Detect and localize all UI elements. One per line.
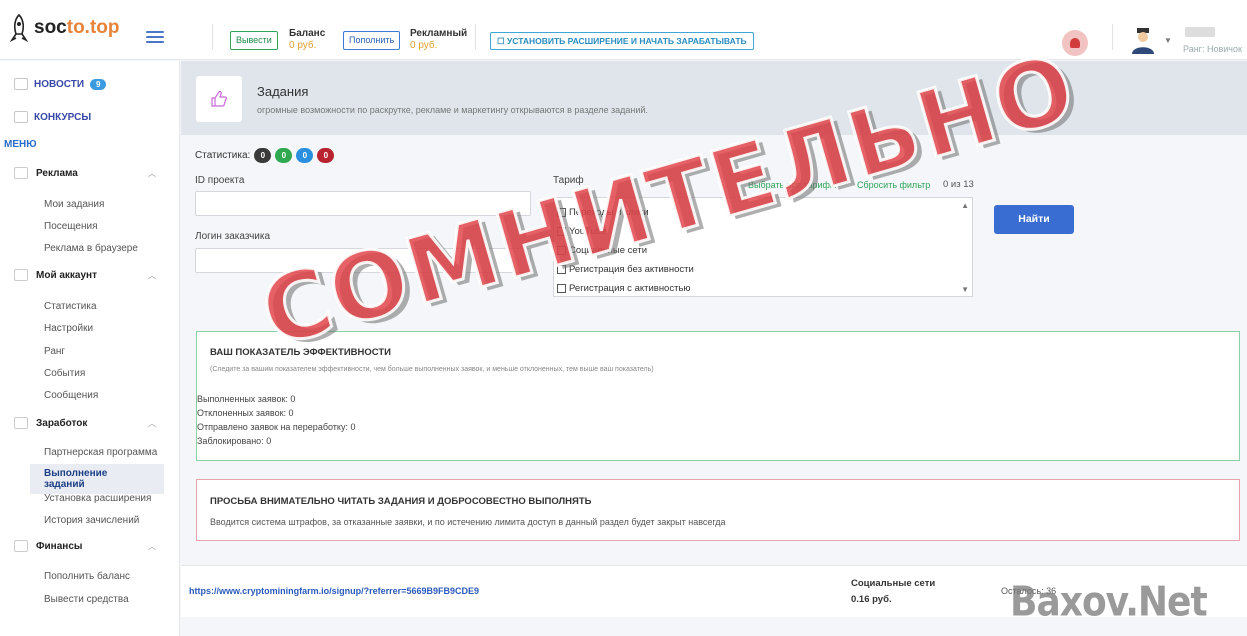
withdraw-button[interactable]: Вывести <box>230 31 278 50</box>
ad-balance-display: Рекламный 0 руб. <box>410 28 468 51</box>
project-id-input[interactable] <box>195 191 531 216</box>
tariff-option[interactable]: Переходы и клики <box>557 203 969 222</box>
sidebar-item-news[interactable]: НОВОСТИ 9 <box>14 78 107 90</box>
chevron-up-icon: ︿ <box>148 270 156 280</box>
chevron-up-icon: ︿ <box>148 541 156 551</box>
customer-login-label: Логин заказчика <box>195 231 271 242</box>
checkbox[interactable] <box>557 265 566 274</box>
logo-text: socto.top <box>34 17 120 38</box>
warning-text: Вводится система штрафов, за отказанные … <box>210 517 726 527</box>
task-link[interactable]: https://www.cryptominingfarm.io/signup/?… <box>189 586 479 596</box>
customer-login-input[interactable] <box>195 248 531 273</box>
sidebar-item-contests[interactable]: КОНКУРСЫ <box>14 111 91 123</box>
chevron-up-icon: ︿ <box>148 418 156 428</box>
statistics-bar: Статистика: 0 0 0 0 <box>195 148 335 163</box>
user-rank: Ранг: Новичок <box>1183 44 1242 54</box>
tariff-label: Тариф <box>553 175 584 186</box>
scroll-down-icon[interactable]: ▼ <box>961 285 969 294</box>
bulb-icon <box>14 167 28 179</box>
watermark-brand: Baxov.Net <box>1010 578 1208 627</box>
stat-badge: 0 <box>317 148 335 163</box>
sidebar-item-statistics[interactable]: Статистика <box>44 301 97 312</box>
efficiency-panel: ВАШ ПОКАЗАТЕЛЬ ЭФФЕКТИВНОСТИ (Следите за… <box>196 331 1240 461</box>
efficiency-title: ВАШ ПОКАЗАТЕЛЬ ЭФФЕКТИВНОСТИ <box>210 347 392 358</box>
tariff-option[interactable]: Регистрация с активностью <box>557 279 969 298</box>
tariff-option[interactable]: YouTube <box>557 222 969 241</box>
menu-heading: МЕНЮ <box>4 139 37 150</box>
sidebar-item-partner-program[interactable]: Партнерская программа <box>44 447 157 458</box>
sidebar-section-earnings[interactable]: Заработок ︿ <box>14 417 164 429</box>
efficiency-note: (Следите за вашим показателем эффективно… <box>210 366 654 373</box>
sidebar-item-events[interactable]: События <box>44 368 85 379</box>
warning-title: ПРОСЬБА ВНИМАТЕЛЬНО ЧИТАТЬ ЗАДАНИЯ И ДОБ… <box>210 496 592 507</box>
rejected-count: Отклоненных заявок: 0 <box>197 408 294 418</box>
checkbox[interactable] <box>557 208 566 217</box>
rocket-icon <box>9 14 29 42</box>
checkbox[interactable] <box>557 246 566 255</box>
sidebar-item-browser-ads[interactable]: Реклама в браузере <box>44 243 138 254</box>
divider <box>212 24 213 50</box>
select-all-tariffs-link[interactable]: Выбрать все тарифы <box>748 180 836 190</box>
sidebar-item-settings[interactable]: Настройки <box>44 323 93 334</box>
sidebar-item-visits[interactable]: Посещения <box>44 221 98 232</box>
tariff-count: 0 из 13 <box>943 179 974 190</box>
sidebar-item-credit-history[interactable]: История зачислений <box>44 515 139 526</box>
sidebar-section-ads[interactable]: Реклама ︿ <box>14 167 164 179</box>
top-bar: socto.top Вывести Баланс 0 руб. Пополнит… <box>0 0 1247 60</box>
find-button[interactable]: Найти <box>994 205 1074 234</box>
scroll-up-icon[interactable]: ▲ <box>961 201 969 210</box>
chevron-up-icon: ︿ <box>148 168 156 178</box>
rework-count: Отправлено заявок на переработку: 0 <box>197 422 356 432</box>
sidebar-section-account[interactable]: Мой аккаунт ︿ <box>14 269 164 281</box>
task-category: Социальные сети <box>851 578 936 589</box>
news-count-badge: 9 <box>90 78 107 90</box>
stat-badge: 0 <box>296 148 314 163</box>
megaphone-icon <box>14 78 28 90</box>
page-header: Задания огромные возможности по раскрутк… <box>181 61 1247 135</box>
stat-badge: 0 <box>254 148 272 163</box>
divider <box>1112 24 1113 50</box>
sidebar-item-rank[interactable]: Ранг <box>44 346 65 357</box>
blocked-count: Заблокировано: 0 <box>197 436 272 446</box>
chevron-down-icon[interactable]: ▼ <box>1164 36 1172 45</box>
warning-panel: ПРОСЬБА ВНИМАТЕЛЬНО ЧИТАТЬ ЗАДАНИЯ И ДОБ… <box>196 479 1240 541</box>
sidebar-item-topup[interactable]: Пополнить баланс <box>44 571 130 582</box>
thumbs-up-icon <box>196 76 242 122</box>
bell-icon[interactable] <box>1062 30 1088 56</box>
checkbox[interactable] <box>557 227 566 236</box>
sidebar-section-finance[interactable]: Финансы ︿ <box>14 540 164 552</box>
sidebar-item-messages[interactable]: Сообщения <box>44 390 98 401</box>
done-count: Выполненных заявок: 0 <box>197 394 296 404</box>
tariff-option[interactable]: Регистрация без активности <box>557 260 969 279</box>
install-extension-button[interactable]: ☐ УСТАНОВИТЬ РАСШИРЕНИЕ И НАЧАТЬ ЗАРАБАТ… <box>490 32 754 50</box>
project-id-label: ID проекта <box>195 175 245 186</box>
gift-icon <box>14 111 28 123</box>
sidebar-item-withdraw[interactable]: Вывести средства <box>44 594 129 605</box>
checkbox[interactable] <box>557 284 566 293</box>
avatar[interactable] <box>1128 25 1158 55</box>
card-icon <box>14 540 28 552</box>
sidebar: НОВОСТИ 9 КОНКУРСЫ МЕНЮ Реклама ︿ Мои зад… <box>0 61 180 636</box>
task-price: 0.16 руб. <box>851 594 892 605</box>
home-icon <box>14 269 28 281</box>
username <box>1185 27 1215 37</box>
divider <box>475 24 476 50</box>
stat-badge: 0 <box>275 148 293 163</box>
tariff-select[interactable]: Переходы и клики YouTube Социальные сети… <box>553 197 973 297</box>
reset-filter-link[interactable]: Сбросить фильтр <box>857 180 930 190</box>
sidebar-item-extension-install[interactable]: Установка расширения <box>44 493 151 504</box>
sidebar-item-task-execution[interactable]: Выполнение заданий <box>30 464 164 494</box>
logo[interactable]: socto.top <box>8 14 120 42</box>
page-title: Задания <box>257 84 309 99</box>
balance-display: Баланс 0 руб. <box>289 28 326 51</box>
menu-toggle-icon[interactable] <box>146 31 164 46</box>
topup-button[interactable]: Пополнить <box>343 31 401 50</box>
page-subtitle: огромные возможности по раскрутке, рекла… <box>257 105 648 115</box>
tariff-option[interactable]: Социальные сети <box>557 241 969 260</box>
sidebar-item-my-tasks[interactable]: Мои задания <box>44 199 104 210</box>
wallet-icon <box>14 417 28 429</box>
